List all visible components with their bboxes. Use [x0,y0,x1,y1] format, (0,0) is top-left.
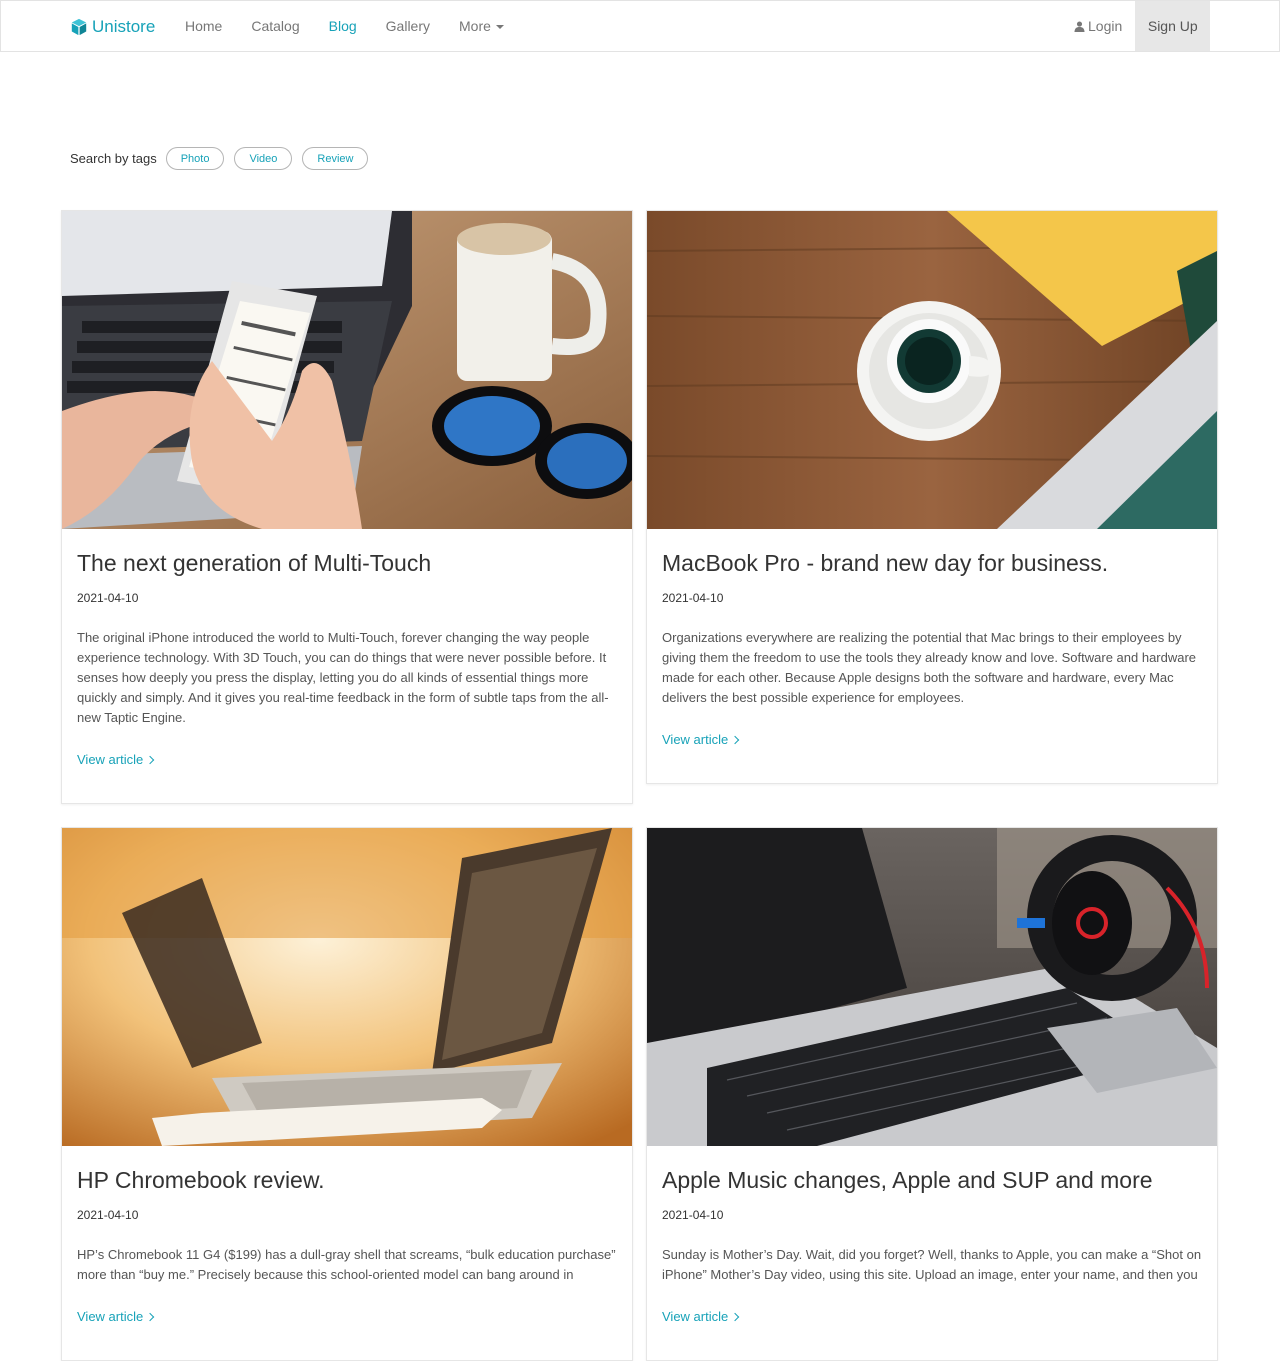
view-article-link[interactable]: View article [662,732,740,747]
post-image[interactable] [62,828,632,1146]
main-nav: Home Catalog Blog Gallery More [171,1,519,51]
post-excerpt: HP’s Chromebook 11 G4 ($199) has a dull-… [77,1247,616,1282]
view-article-label: View article [662,732,729,747]
login-link[interactable]: Login [1061,1,1135,51]
post-title[interactable]: Apple Music changes, Apple and SUP and m… [662,1166,1202,1194]
signup-button[interactable]: Sign Up [1135,1,1211,51]
nav-item-more-label: More [459,18,491,34]
blog-card: HP Chromebook review. 2021-04-10 HP’s Ch… [61,827,633,1361]
phone-laptop-coffee-photo [62,211,632,529]
laptop-warm-light-photo [62,828,632,1146]
post-excerpt: The original iPhone introduced the world… [77,630,609,725]
post-date: 2021-04-10 [662,591,724,605]
login-label: Login [1088,18,1123,34]
brand-name: Unistore [92,17,156,36]
tags-label: Search by tags [70,151,157,166]
view-article-link[interactable]: View article [77,752,155,767]
post-excerpt: Sunday is Mother’s Day. Wait, did you fo… [662,1247,1202,1282]
nav-item-blog[interactable]: Blog [315,1,371,51]
view-article-label: View article [77,1309,144,1324]
chevron-right-icon [145,755,155,764]
coffee-cup-macbook-photo [647,211,1217,529]
post-title[interactable]: The next generation of Multi-Touch [77,549,617,577]
cube-icon [71,18,87,36]
blog-card: MacBook Pro - brand new day for business… [646,210,1218,784]
tag-video[interactable]: Video [234,147,293,170]
user-icon [1074,20,1085,32]
nav-item-home[interactable]: Home [171,1,236,51]
chevron-right-icon [730,735,740,744]
post-title[interactable]: MacBook Pro - brand new day for business… [662,549,1202,577]
chevron-right-icon [145,1312,155,1321]
post-excerpt: Organizations everywhere are realizing t… [662,630,1197,705]
post-date: 2021-04-10 [77,1208,139,1222]
nav-item-gallery[interactable]: Gallery [372,1,444,51]
view-article-link[interactable]: View article [77,1309,155,1324]
view-article-link[interactable]: View article [662,1309,740,1324]
tag-photo[interactable]: Photo [165,147,225,170]
nav-item-catalog[interactable]: Catalog [237,1,313,51]
nav-item-more-dropdown[interactable]: More [445,1,518,51]
post-image[interactable] [647,828,1217,1146]
auth-nav: Login Sign Up [1061,1,1211,51]
blog-card: The next generation of Multi-Touch 2021-… [61,210,633,804]
card-body: MacBook Pro - brand new day for business… [647,529,1217,783]
brand-logo[interactable]: Unistore [70,15,155,39]
post-image[interactable] [647,211,1217,529]
chevron-right-icon [730,1312,740,1321]
post-date: 2021-04-10 [662,1208,724,1222]
tag-filter: Search by tags Photo Video Review [70,147,378,170]
post-title[interactable]: HP Chromebook review. [77,1166,617,1194]
top-navbar: Unistore Home Catalog Blog Gallery More … [0,0,1280,52]
card-body: The next generation of Multi-Touch 2021-… [62,529,632,803]
tag-review[interactable]: Review [302,147,369,170]
blog-card: Apple Music changes, Apple and SUP and m… [646,827,1218,1361]
post-date: 2021-04-10 [77,591,139,605]
view-article-label: View article [77,752,144,767]
post-image[interactable] [62,211,632,529]
card-body: Apple Music changes, Apple and SUP and m… [647,1146,1217,1360]
laptop-headphones-photo [647,828,1217,1146]
view-article-label: View article [662,1309,729,1324]
card-body: HP Chromebook review. 2021-04-10 HP’s Ch… [62,1146,632,1360]
caret-down-icon [495,24,504,29]
